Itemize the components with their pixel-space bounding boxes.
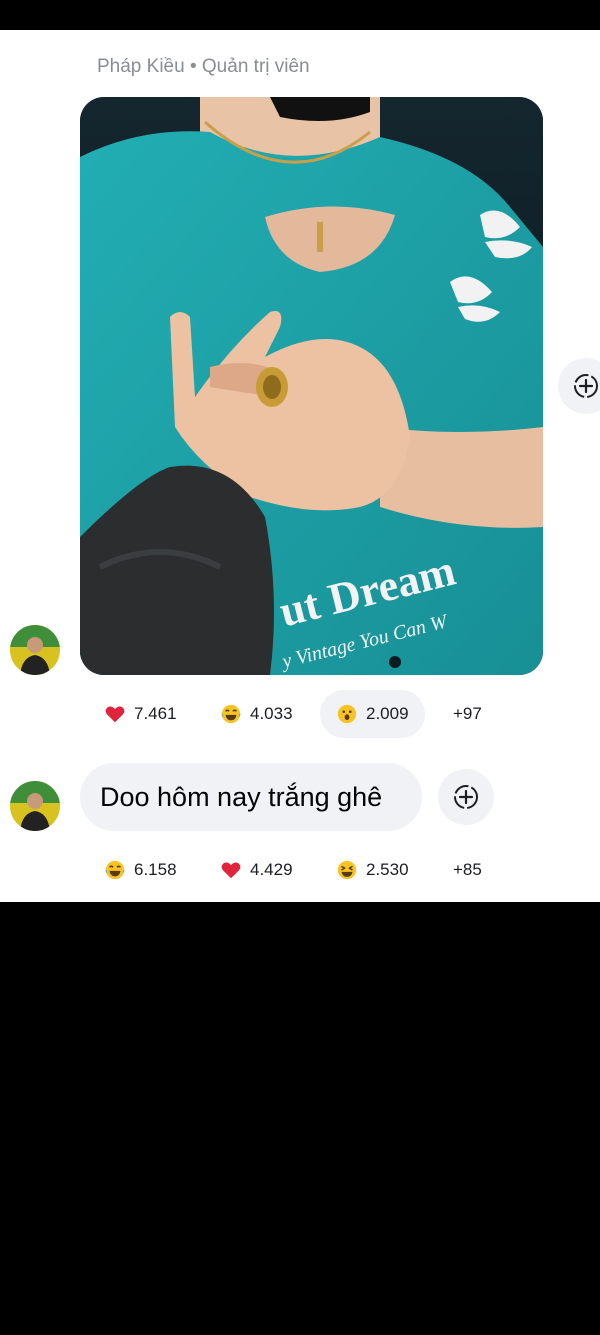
reaction-heart[interactable]: 7.461 (88, 690, 193, 738)
sender-separator: • (189, 56, 197, 77)
laughing-tears-icon (105, 860, 125, 880)
sender-role: Quản trị viên (201, 56, 310, 77)
reaction-heart[interactable]: 4.429 (204, 846, 309, 894)
photo-illustration: ut Dream y Vintage You Can W (80, 97, 543, 675)
message-bubble[interactable]: Doo hôm nay trắng ghê (80, 763, 422, 831)
avatar[interactable] (10, 625, 60, 675)
reaction-laugh[interactable]: 4.033 (204, 690, 309, 738)
reaction-bar: 7.461 4.033 2.009 +97 (80, 690, 500, 738)
status-bar (0, 0, 600, 30)
reaction-laugh[interactable]: 6.158 (88, 846, 193, 894)
reaction-count: 7.461 (134, 704, 177, 723)
add-reaction-icon (454, 785, 478, 809)
reaction-grin[interactable]: 2.530 (320, 846, 425, 894)
reaction-count: 2.009 (366, 704, 409, 723)
more-reactions[interactable]: +97 (453, 690, 482, 738)
grinning-squint-icon (337, 860, 357, 880)
heart-icon (221, 862, 241, 879)
reaction-count: 4.429 (250, 860, 293, 879)
reaction-wow[interactable]: 2.009 (320, 690, 425, 738)
add-reaction-button[interactable] (438, 769, 494, 825)
avatar[interactable] (10, 781, 60, 831)
message-photo[interactable]: ut Dream y Vintage You Can W (80, 97, 543, 675)
avatar-image (10, 625, 60, 675)
laughing-tears-icon (221, 704, 241, 724)
reaction-bar: 6.158 4.429 2.530 +85 (80, 846, 500, 894)
sender-name: Pháp Kiều (97, 56, 185, 77)
avatar-image (10, 781, 60, 831)
reaction-count: 6.158 (134, 860, 177, 879)
add-reaction-icon (574, 374, 598, 398)
more-reactions[interactable]: +85 (453, 846, 482, 894)
reaction-count: 4.033 (250, 704, 293, 723)
heart-icon (105, 706, 125, 723)
sender-label: Pháp Kiều • Quản trị viên (97, 56, 310, 78)
reaction-count: 2.530 (366, 860, 409, 879)
message-text: Doo hôm nay trắng ghê (100, 781, 383, 812)
wow-face-icon (337, 704, 357, 724)
